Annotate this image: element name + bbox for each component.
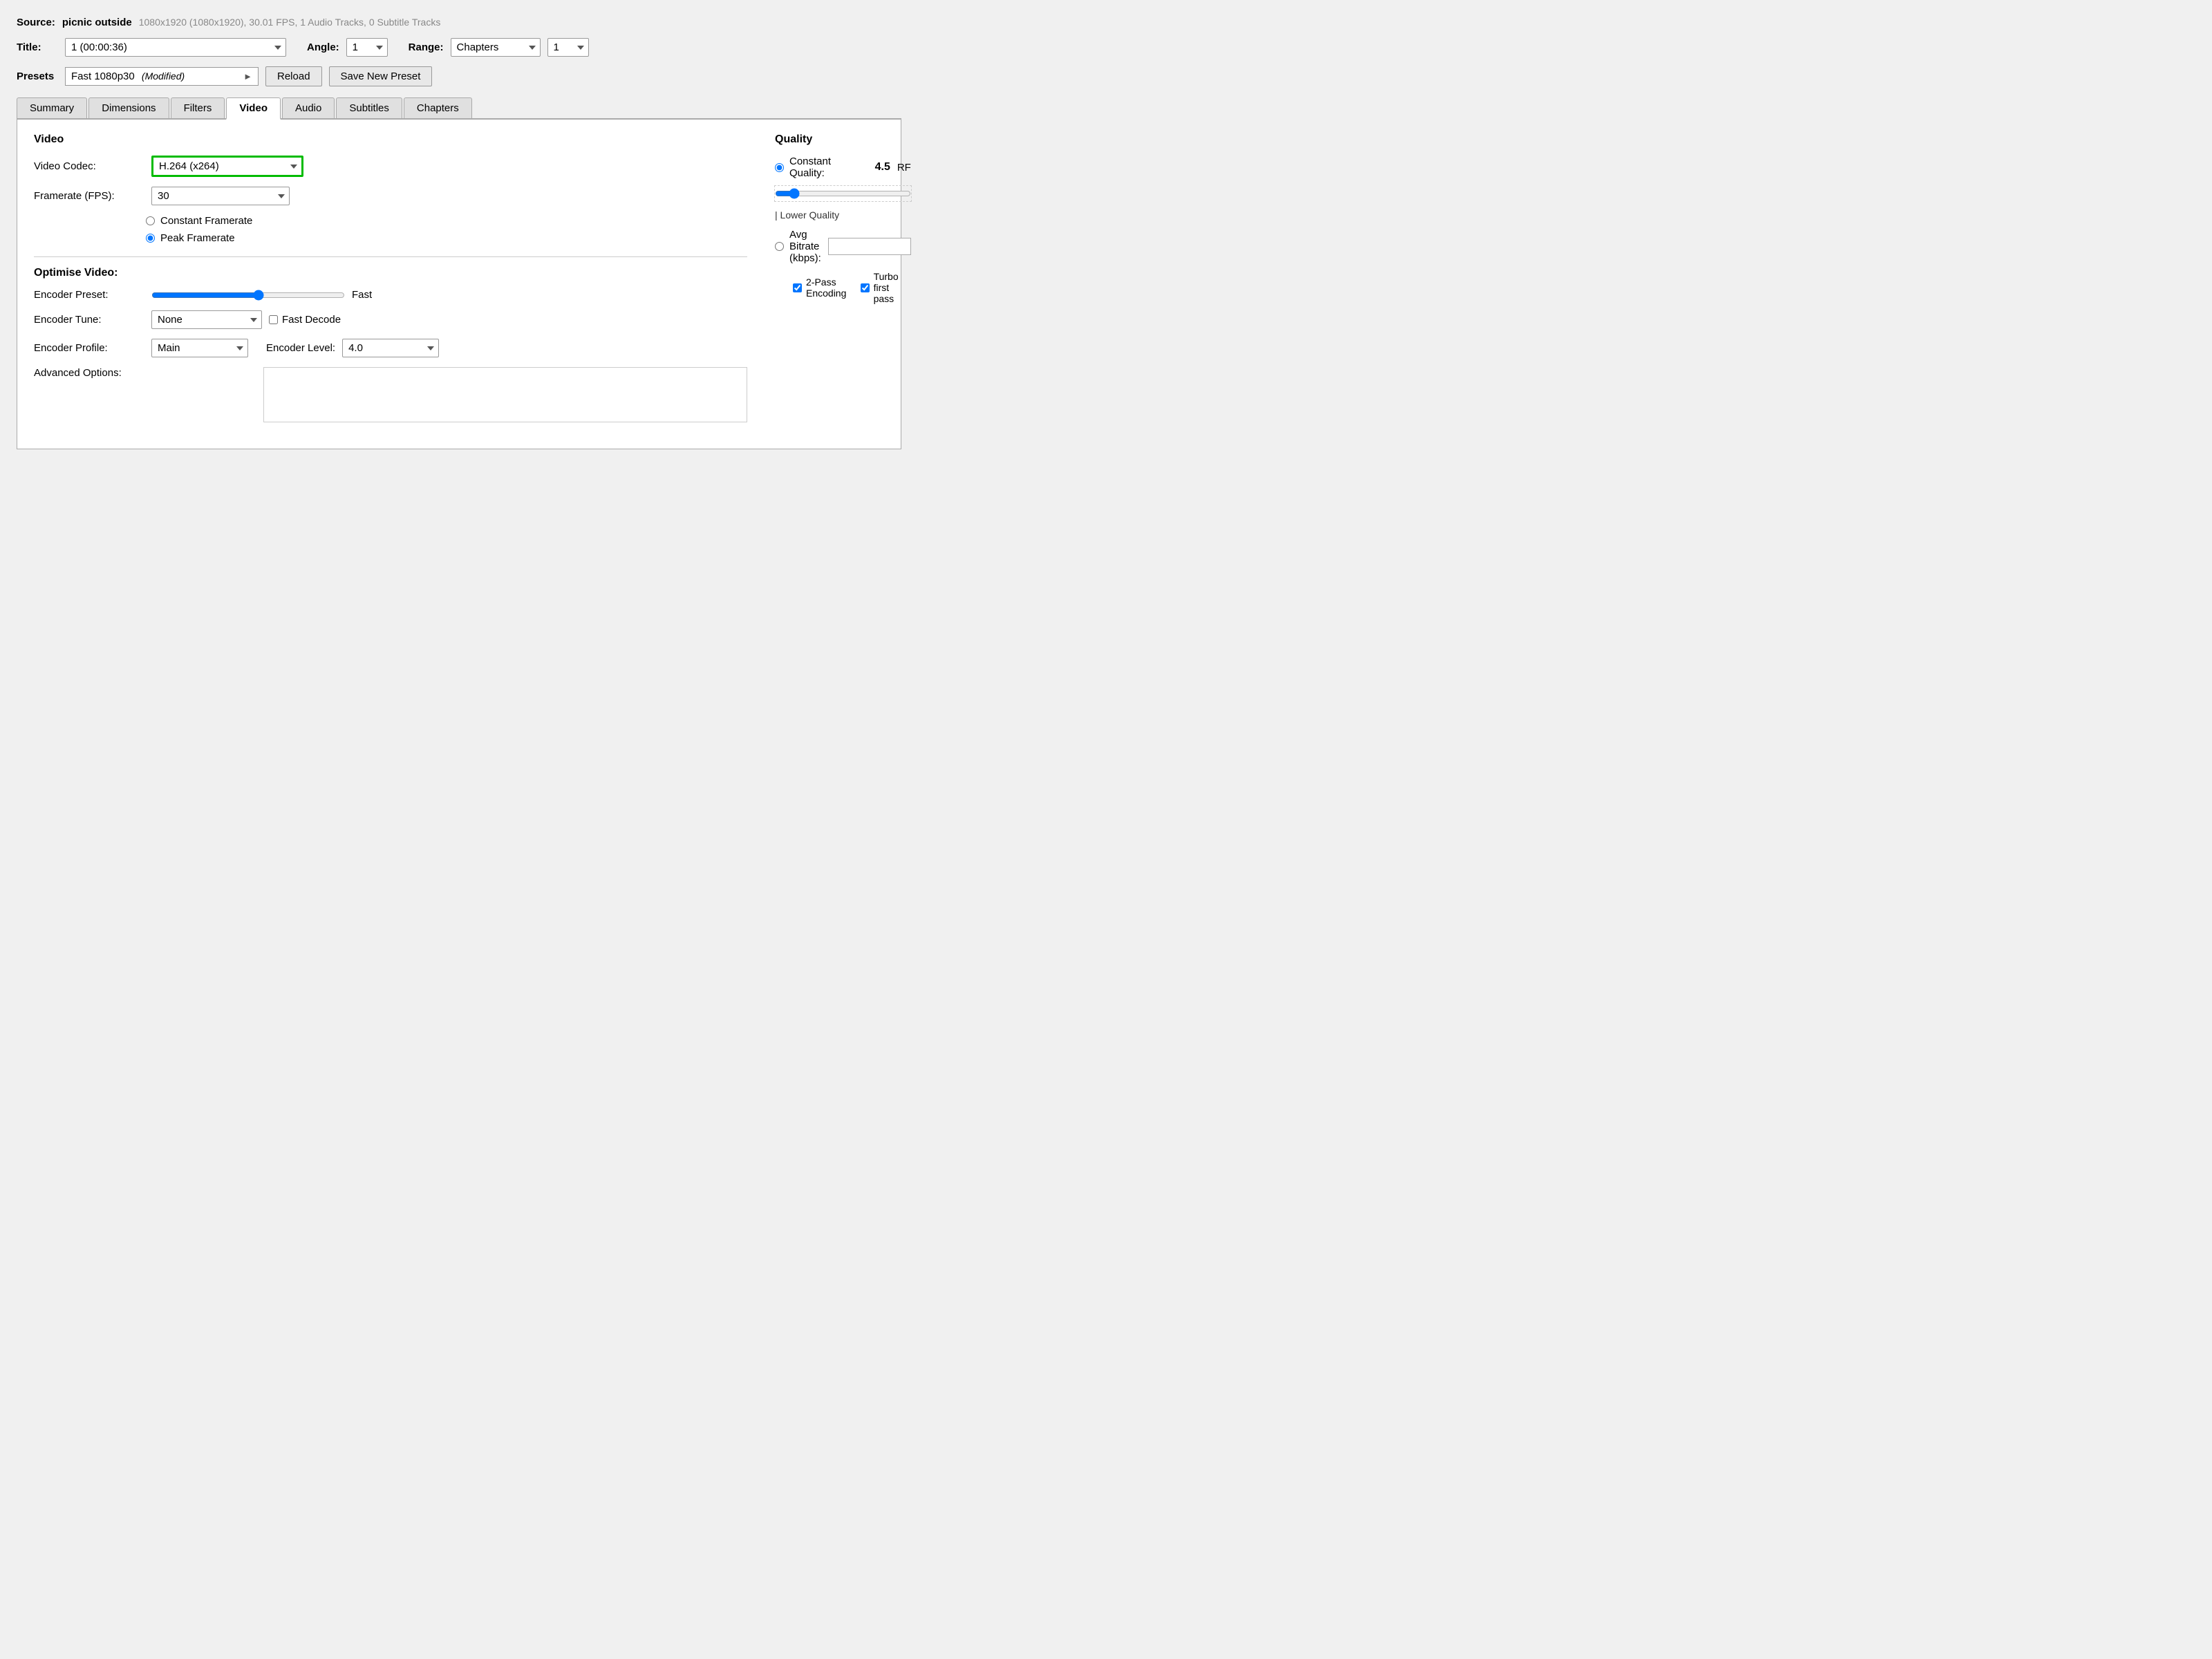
source-filename: picnic outside	[62, 17, 132, 28]
quality-section-title: Quality	[775, 133, 911, 146]
two-pass-option[interactable]: 2-Pass Encoding	[793, 276, 848, 299]
encoder-profile-select[interactable]: Main	[151, 339, 248, 357]
constant-framerate-option[interactable]: Constant Framerate	[146, 215, 747, 227]
range-num-select[interactable]: 1	[547, 38, 589, 57]
fps-row: Framerate (FPS): 30	[34, 187, 747, 205]
preset-arrow-icon: ►	[243, 71, 252, 82]
turbo-option[interactable]: Turbo first pass	[861, 271, 911, 304]
constant-quality-radio[interactable]	[775, 163, 784, 172]
fast-decode-option[interactable]: Fast Decode	[269, 314, 341, 326]
encoder-preset-slider[interactable]	[151, 290, 345, 301]
panel-left: Video Video Codec: H.264 (x264) Framerat…	[34, 133, 747, 432]
source-label: Source:	[17, 17, 55, 28]
encoder-profile-row: Encoder Profile: Main Encoder Level: 4.0	[34, 339, 747, 357]
tab-video[interactable]: Video	[226, 97, 281, 120]
lower-quality-label: | Lower Quality	[775, 209, 911, 221]
quality-value: 4.5	[875, 161, 890, 174]
range-select[interactable]: Chapters	[451, 38, 541, 57]
turbo-checkbox[interactable]	[861, 283, 870, 292]
avg-bitrate-radio[interactable]	[775, 242, 784, 251]
tab-subtitles[interactable]: Subtitles	[336, 97, 402, 118]
optimise-title: Optimise Video:	[34, 267, 747, 279]
encoding-options-row: 2-Pass Encoding Turbo first pass	[793, 271, 911, 304]
codec-select[interactable]: H.264 (x264)	[151, 156, 303, 177]
codec-row: Video Codec: H.264 (x264)	[34, 156, 747, 177]
angle-label: Angle:	[307, 41, 339, 53]
peak-framerate-option[interactable]: Peak Framerate	[146, 232, 747, 244]
encoder-tune-select[interactable]: None	[151, 310, 262, 329]
title-select[interactable]: 1 (00:00:36)	[65, 38, 286, 57]
tab-summary[interactable]: Summary	[17, 97, 87, 118]
advanced-options-row: Advanced Options:	[34, 367, 747, 422]
encoder-tune-row: Encoder Tune: None Fast Decode	[34, 310, 747, 329]
section-divider	[34, 256, 747, 257]
encoder-preset-row: Encoder Preset: Fast	[34, 289, 747, 301]
bitrate-input[interactable]	[828, 238, 911, 255]
avg-bitrate-row: Avg Bitrate (kbps):	[775, 229, 911, 264]
fps-select[interactable]: 30	[151, 187, 290, 205]
constant-framerate-radio[interactable]	[146, 216, 155, 225]
turbo-label: Turbo first pass	[874, 271, 911, 304]
tabs-row: Summary Dimensions Filters Video Audio S…	[17, 97, 901, 120]
fps-label: Framerate (FPS):	[34, 190, 144, 202]
encoder-level-label: Encoder Level:	[266, 342, 335, 354]
preset-name: Fast 1080p30 (Modified)	[71, 71, 238, 82]
title-row: Title: 1 (00:00:36) Angle: 1 Range: Chap…	[17, 38, 901, 57]
tab-audio[interactable]: Audio	[282, 97, 335, 118]
video-panel: Video Video Codec: H.264 (x264) Framerat…	[17, 120, 901, 449]
framerate-radios: Constant Framerate Peak Framerate	[146, 215, 747, 244]
constant-quality-label: Constant Quality:	[789, 156, 868, 179]
constant-framerate-label: Constant Framerate	[160, 215, 252, 227]
encoder-profile-label: Encoder Profile:	[34, 342, 144, 354]
range-label: Range:	[409, 41, 444, 53]
tab-filters[interactable]: Filters	[171, 97, 225, 118]
constant-quality-row: Constant Quality: 4.5 RF	[775, 156, 911, 179]
encoder-preset-value: Fast	[352, 289, 372, 301]
avg-bitrate-option[interactable]: Avg Bitrate (kbps):	[775, 229, 821, 264]
preset-modified: (Modified)	[142, 71, 185, 82]
codec-label: Video Codec:	[34, 160, 144, 172]
constant-quality-option[interactable]: Constant Quality:	[775, 156, 868, 179]
tab-dimensions[interactable]: Dimensions	[88, 97, 169, 118]
advanced-options-box[interactable]	[263, 367, 747, 422]
video-section-title: Video	[34, 133, 747, 146]
preset-selector[interactable]: Fast 1080p30 (Modified) ►	[65, 67, 259, 86]
fast-decode-checkbox[interactable]	[269, 315, 278, 324]
tab-chapters[interactable]: Chapters	[404, 97, 472, 118]
two-pass-label: 2-Pass Encoding	[806, 276, 848, 299]
panel-columns: Video Video Codec: H.264 (x264) Framerat…	[34, 133, 884, 432]
rf-label: RF	[897, 162, 911, 174]
angle-select[interactable]: 1	[346, 38, 388, 57]
save-new-preset-button[interactable]: Save New Preset	[329, 66, 433, 86]
advanced-options-label: Advanced Options:	[34, 367, 144, 379]
encoder-tune-label: Encoder Tune:	[34, 314, 144, 326]
app-container: Source: picnic outside 1080x1920 (1080x1…	[17, 17, 901, 449]
reload-button[interactable]: Reload	[265, 66, 322, 86]
quality-slider-container	[775, 186, 911, 204]
quality-slider[interactable]	[775, 186, 911, 201]
source-details: 1080x1920 (1080x1920), 30.01 FPS, 1 Audi…	[139, 17, 441, 28]
encoder-preset-label: Encoder Preset:	[34, 289, 144, 301]
panel-right: Quality Constant Quality: 4.5 RF | Lower…	[775, 133, 911, 432]
presets-label: Presets	[17, 71, 58, 82]
peak-framerate-radio[interactable]	[146, 234, 155, 243]
source-row: Source: picnic outside 1080x1920 (1080x1…	[17, 17, 901, 28]
title-label: Title:	[17, 41, 58, 53]
encoder-level-select[interactable]: 4.0	[342, 339, 439, 357]
fast-decode-label: Fast Decode	[282, 314, 341, 326]
avg-bitrate-label: Avg Bitrate (kbps):	[789, 229, 821, 264]
two-pass-checkbox[interactable]	[793, 283, 802, 292]
presets-row: Presets Fast 1080p30 (Modified) ► Reload…	[17, 66, 901, 86]
peak-framerate-label: Peak Framerate	[160, 232, 235, 244]
